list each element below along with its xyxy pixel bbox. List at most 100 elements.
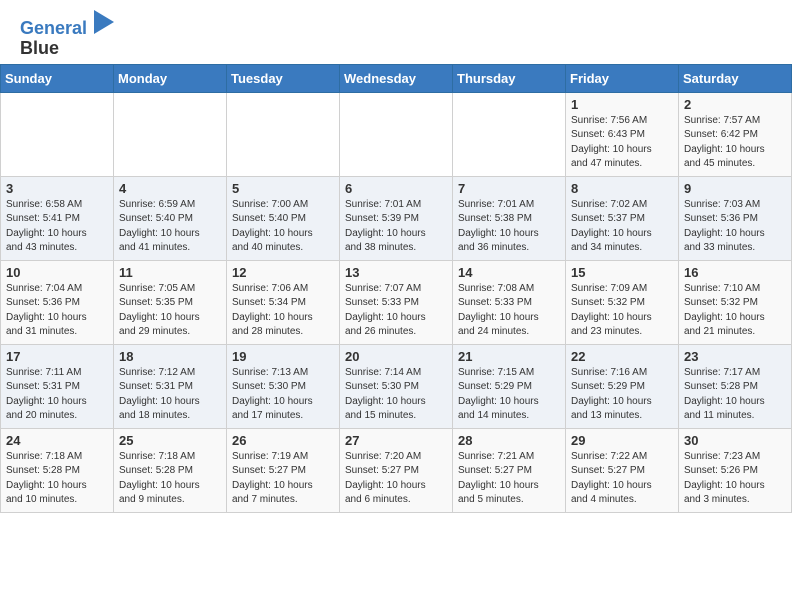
day-info: Sunrise: 7:13 AM Sunset: 5:30 PM Dayligh… bbox=[232, 366, 334, 424]
day-info: Sunrise: 7:01 AM Sunset: 5:39 PM Dayligh… bbox=[345, 198, 447, 256]
day-number: 28 bbox=[458, 433, 560, 448]
day-number: 25 bbox=[119, 433, 221, 448]
day-info: Sunrise: 7:12 AM Sunset: 5:31 PM Dayligh… bbox=[119, 366, 221, 424]
day-header-wednesday: Wednesday bbox=[340, 64, 453, 92]
day-number: 13 bbox=[345, 265, 447, 280]
calendar-day-24: 24 Sunrise: 7:18 AM Sunset: 5:28 PM Dayli… bbox=[1, 428, 114, 512]
day-info: Sunrise: 7:20 AM Sunset: 5:27 PM Dayligh… bbox=[345, 450, 447, 508]
calendar-day-20: 20 Sunrise: 7:14 AM Sunset: 5:30 PM Dayli… bbox=[340, 344, 453, 428]
day-number: 27 bbox=[345, 433, 447, 448]
calendar-day-3: 3Sunrise: 6:58 AM Sunset: 5:41 PM Daylig… bbox=[1, 176, 114, 260]
day-header-friday: Friday bbox=[566, 64, 679, 92]
day-number: 8 bbox=[571, 181, 673, 196]
calendar-day-17: 17 Sunrise: 7:11 AM Sunset: 5:31 PM Dayli… bbox=[1, 344, 114, 428]
day-number: 18 bbox=[119, 349, 221, 364]
calendar-day-19: 19Sunrise: 7:13 AM Sunset: 5:30 PM Dayli… bbox=[227, 344, 340, 428]
day-number: 1 bbox=[571, 97, 673, 112]
calendar-day-21: 21 Sunrise: 7:15 AM Sunset: 5:29 PM Dayli… bbox=[453, 344, 566, 428]
day-info: Sunrise: 7:00 AM Sunset: 5:40 PM Dayligh… bbox=[232, 198, 334, 256]
calendar-empty-cell bbox=[1, 92, 114, 176]
day-number: 30 bbox=[684, 433, 786, 448]
header: General Blue bbox=[0, 0, 792, 64]
day-info: Sunrise: 7:19 AM Sunset: 5:27 PM Dayligh… bbox=[232, 450, 334, 508]
day-info: Sunrise: 7:09 AM Sunset: 5:32 PM Dayligh… bbox=[571, 282, 673, 340]
calendar: SundayMondayTuesdayWednesdayThursdayFrid… bbox=[0, 64, 792, 513]
calendar-empty-cell bbox=[453, 92, 566, 176]
logo-blue: Blue bbox=[20, 39, 114, 59]
day-info: Sunrise: 7:02 AM Sunset: 5:37 PM Dayligh… bbox=[571, 198, 673, 256]
day-info: Sunrise: 7:03 AM Sunset: 5:36 PM Dayligh… bbox=[684, 198, 786, 256]
day-info: Sunrise: 7:15 AM Sunset: 5:29 PM Dayligh… bbox=[458, 366, 560, 424]
day-number: 24 bbox=[6, 433, 108, 448]
day-info: Sunrise: 7:18 AM Sunset: 5:28 PM Dayligh… bbox=[6, 450, 108, 508]
calendar-day-11: 11 Sunrise: 7:05 AM Sunset: 5:35 PM Dayli… bbox=[114, 260, 227, 344]
calendar-day-9: 9 Sunrise: 7:03 AM Sunset: 5:36 PM Daylig… bbox=[679, 176, 792, 260]
day-number: 9 bbox=[684, 181, 786, 196]
calendar-day-15: 15 Sunrise: 7:09 AM Sunset: 5:32 PM Dayli… bbox=[566, 260, 679, 344]
calendar-day-14: 14 Sunrise: 7:08 AM Sunset: 5:33 PM Dayli… bbox=[453, 260, 566, 344]
calendar-day-28: 28 Sunrise: 7:21 AM Sunset: 5:27 PM Dayli… bbox=[453, 428, 566, 512]
day-header-saturday: Saturday bbox=[679, 64, 792, 92]
calendar-day-30: 30 Sunrise: 7:23 AM Sunset: 5:26 PM Dayli… bbox=[679, 428, 792, 512]
day-number: 21 bbox=[458, 349, 560, 364]
day-info: Sunrise: 7:08 AM Sunset: 5:33 PM Dayligh… bbox=[458, 282, 560, 340]
calendar-day-22: 22Sunrise: 7:16 AM Sunset: 5:29 PM Dayli… bbox=[566, 344, 679, 428]
day-number: 5 bbox=[232, 181, 334, 196]
day-number: 4 bbox=[119, 181, 221, 196]
calendar-week-row: 24 Sunrise: 7:18 AM Sunset: 5:28 PM Dayli… bbox=[1, 428, 792, 512]
day-info: Sunrise: 7:11 AM Sunset: 5:31 PM Dayligh… bbox=[6, 366, 108, 424]
calendar-day-12: 12Sunrise: 7:06 AM Sunset: 5:34 PM Dayli… bbox=[227, 260, 340, 344]
calendar-day-6: 6Sunrise: 7:01 AM Sunset: 5:39 PM Daylig… bbox=[340, 176, 453, 260]
day-info: Sunrise: 7:04 AM Sunset: 5:36 PM Dayligh… bbox=[6, 282, 108, 340]
calendar-day-16: 16Sunrise: 7:10 AM Sunset: 5:32 PM Dayli… bbox=[679, 260, 792, 344]
calendar-day-26: 26 Sunrise: 7:19 AM Sunset: 5:27 PM Dayli… bbox=[227, 428, 340, 512]
day-number: 29 bbox=[571, 433, 673, 448]
day-info: Sunrise: 7:57 AM Sunset: 6:42 PM Dayligh… bbox=[684, 114, 786, 172]
calendar-day-4: 4 Sunrise: 6:59 AM Sunset: 5:40 PM Daylig… bbox=[114, 176, 227, 260]
day-header-tuesday: Tuesday bbox=[227, 64, 340, 92]
calendar-empty-cell bbox=[114, 92, 227, 176]
day-info: Sunrise: 7:18 AM Sunset: 5:28 PM Dayligh… bbox=[119, 450, 221, 508]
day-info: Sunrise: 7:07 AM Sunset: 5:33 PM Dayligh… bbox=[345, 282, 447, 340]
calendar-day-8: 8 Sunrise: 7:02 AM Sunset: 5:37 PM Daylig… bbox=[566, 176, 679, 260]
day-number: 7 bbox=[458, 181, 560, 196]
calendar-day-23: 23 Sunrise: 7:17 AM Sunset: 5:28 PM Dayli… bbox=[679, 344, 792, 428]
calendar-day-25: 25 Sunrise: 7:18 AM Sunset: 5:28 PM Dayli… bbox=[114, 428, 227, 512]
calendar-empty-cell bbox=[340, 92, 453, 176]
day-info: Sunrise: 7:21 AM Sunset: 5:27 PM Dayligh… bbox=[458, 450, 560, 508]
logo-icon bbox=[94, 10, 114, 34]
day-info: Sunrise: 7:56 AM Sunset: 6:43 PM Dayligh… bbox=[571, 114, 673, 172]
logo: General Blue bbox=[20, 10, 114, 59]
day-number: 3 bbox=[6, 181, 108, 196]
day-info: Sunrise: 7:05 AM Sunset: 5:35 PM Dayligh… bbox=[119, 282, 221, 340]
calendar-week-row: 10 Sunrise: 7:04 AM Sunset: 5:36 PM Dayli… bbox=[1, 260, 792, 344]
calendar-day-18: 18 Sunrise: 7:12 AM Sunset: 5:31 PM Dayli… bbox=[114, 344, 227, 428]
day-number: 10 bbox=[6, 265, 108, 280]
day-number: 23 bbox=[684, 349, 786, 364]
day-number: 11 bbox=[119, 265, 221, 280]
day-number: 15 bbox=[571, 265, 673, 280]
calendar-day-5: 5 Sunrise: 7:00 AM Sunset: 5:40 PM Daylig… bbox=[227, 176, 340, 260]
calendar-day-2: 2Sunrise: 7:57 AM Sunset: 6:42 PM Daylig… bbox=[679, 92, 792, 176]
day-info: Sunrise: 7:17 AM Sunset: 5:28 PM Dayligh… bbox=[684, 366, 786, 424]
day-info: Sunrise: 7:14 AM Sunset: 5:30 PM Dayligh… bbox=[345, 366, 447, 424]
day-header-monday: Monday bbox=[114, 64, 227, 92]
day-info: Sunrise: 7:01 AM Sunset: 5:38 PM Dayligh… bbox=[458, 198, 560, 256]
calendar-day-1: 1 Sunrise: 7:56 AM Sunset: 6:43 PM Daylig… bbox=[566, 92, 679, 176]
day-info: Sunrise: 6:59 AM Sunset: 5:40 PM Dayligh… bbox=[119, 198, 221, 256]
day-number: 17 bbox=[6, 349, 108, 364]
calendar-header-row: SundayMondayTuesdayWednesdayThursdayFrid… bbox=[1, 64, 792, 92]
day-header-thursday: Thursday bbox=[453, 64, 566, 92]
day-number: 14 bbox=[458, 265, 560, 280]
day-number: 26 bbox=[232, 433, 334, 448]
logo-text: General bbox=[20, 10, 114, 39]
day-info: Sunrise: 7:10 AM Sunset: 5:32 PM Dayligh… bbox=[684, 282, 786, 340]
calendar-week-row: 17 Sunrise: 7:11 AM Sunset: 5:31 PM Dayli… bbox=[1, 344, 792, 428]
day-info: Sunrise: 7:23 AM Sunset: 5:26 PM Dayligh… bbox=[684, 450, 786, 508]
calendar-day-29: 29Sunrise: 7:22 AM Sunset: 5:27 PM Dayli… bbox=[566, 428, 679, 512]
day-number: 20 bbox=[345, 349, 447, 364]
calendar-day-7: 7 Sunrise: 7:01 AM Sunset: 5:38 PM Daylig… bbox=[453, 176, 566, 260]
calendar-day-27: 27 Sunrise: 7:20 AM Sunset: 5:27 PM Dayli… bbox=[340, 428, 453, 512]
calendar-week-row: 3Sunrise: 6:58 AM Sunset: 5:41 PM Daylig… bbox=[1, 176, 792, 260]
calendar-week-row: 1 Sunrise: 7:56 AM Sunset: 6:43 PM Daylig… bbox=[1, 92, 792, 176]
